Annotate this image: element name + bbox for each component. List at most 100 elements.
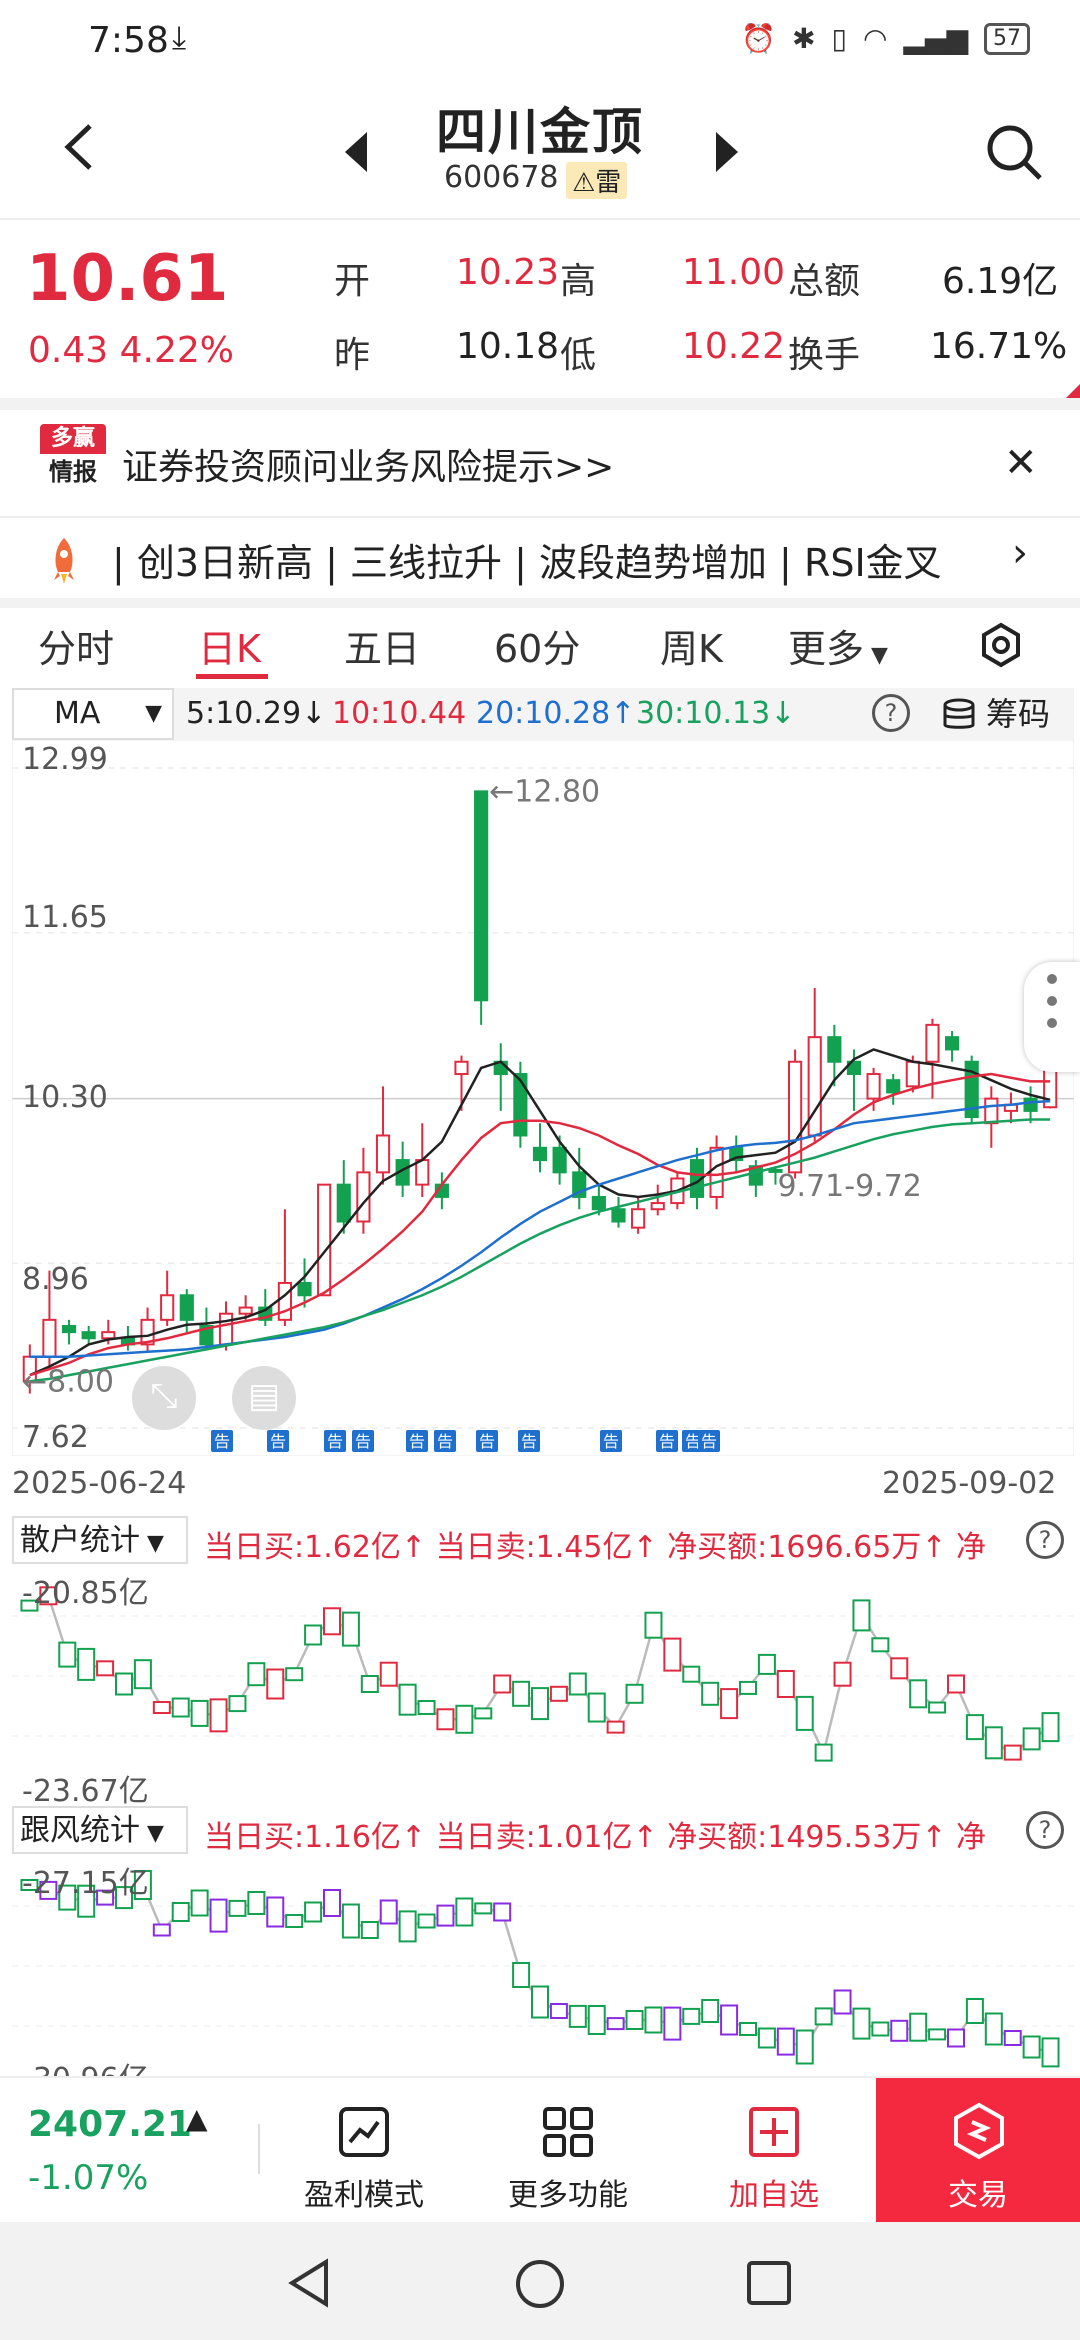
tab-60min[interactable]: 60分 [494,618,580,673]
stats-box [757,1653,776,1675]
side-menu-handle[interactable] [1024,962,1080,1072]
stats-box [568,2004,587,2028]
stats-box [1022,2035,1041,2059]
y-axis-label: 12.99 [22,742,108,777]
risk-badge[interactable]: ⚠雷 [566,162,628,199]
index-value[interactable]: 2407.21 [28,2104,192,2145]
search-icon[interactable] [984,122,1044,182]
ma-selector[interactable]: MA ▼ [12,688,174,740]
tab-intraday[interactable]: 分时 [38,618,114,673]
end-date: 2025-09-02 [882,1466,1057,1501]
trade-icon [954,2102,1004,2160]
signal-tag-ticker[interactable]: | 创3日新高 | 三线拉升 | 波段趋势增加 | RSI金叉 › [0,516,1080,600]
retail-stats-selector[interactable]: 散户统计 ▼ [12,1516,188,1564]
stats-box [436,1904,455,1927]
stats-box [795,2029,814,2065]
stats-box [890,2019,909,2042]
help-icon[interactable]: ? [1026,1521,1064,1559]
follow-stats-values: 当日买:1.16亿↑ 当日卖:1.01亿↑ 净买额:1495.53万↑ 净 [204,1820,986,1854]
retail-y-top: -20.85亿 [22,1576,149,1611]
signal-tags-text: | 创3日新高 | 三线拉升 | 波段趋势增加 | RSI金叉 [112,541,942,585]
stats-box [133,1659,152,1690]
retail-stats-label: 散户统计 [20,1523,140,1558]
stats-box [947,1674,965,1694]
more-functions-button[interactable]: 更多功能 [490,2078,646,2222]
high-annotation: ←12.80 [489,774,600,809]
turnover-value: 16.71% [930,326,1068,367]
help-icon[interactable]: ? [1026,1811,1064,1849]
open-value: 10.23 [456,252,560,293]
stats-box [115,1672,133,1696]
tab-weekly-k[interactable]: 周K [660,618,723,673]
stats-box [455,1897,474,1927]
stats-box [58,1641,77,1668]
stats-box [360,1921,379,1939]
stats-box [871,2021,890,2037]
fullscreen-icon[interactable]: ⤡ [132,1366,196,1430]
range-annotation: 9.71-9.72 [777,1169,921,1204]
signal-icon: ▂▄▆ [903,22,968,55]
stats-box [720,2004,739,2036]
ma5-value: 5:10.29↓ [186,696,327,731]
stats-box [1041,2037,1060,2068]
follow-y-bottom: -30.96亿 [22,2054,149,2076]
stats-box [833,1661,852,1687]
candle-body [631,1208,646,1229]
stats-box [814,1743,833,1762]
stats-box [947,2028,965,2048]
nav-back-icon[interactable] [286,2258,332,2308]
candle-body [277,1281,292,1321]
help-icon[interactable]: ? [872,694,910,732]
stats-box [701,1681,720,1706]
candle-body [474,790,489,1002]
profit-mode-button[interactable]: 盈利模式 [286,2078,442,2222]
settings-icon[interactable] [978,622,1024,668]
chevron-right-icon[interactable]: › [1012,530,1028,576]
candle-body [513,1073,528,1137]
candle-body [886,1079,901,1094]
chips-button[interactable]: 筹码 [932,688,1074,740]
caret-down-icon: ▼ [140,1821,164,1846]
stats-box [512,1962,531,1988]
stats-box [549,1685,568,1702]
follow-stats-selector[interactable]: 跟风统计 ▼ [12,1806,188,1854]
add-watchlist-button[interactable]: 加自选 [696,2078,852,2222]
tab-more[interactable]: 更多 ▼ [788,618,888,673]
tab-daily-k[interactable]: 日K [198,618,261,673]
low-value: 10.22 [682,326,786,367]
follow-stats-header: 跟风统计 ▼ 当日买:1.16亿↑ 当日卖:1.01亿↑ 净买额:1495.53… [12,1806,1074,1854]
stats-box [398,1683,417,1716]
stats-box [682,2007,701,2025]
next-stock-button[interactable] [716,132,738,172]
stats-box [663,2006,682,2041]
stats-box [757,2027,776,2049]
follow-stats-chart[interactable] [12,1856,1074,2076]
risk-banner[interactable]: 多赢 情报 证券投资顾问业务风险提示>> ✕ [0,410,1080,514]
stats-box [171,1697,190,1718]
candle-body [454,1060,469,1076]
tab-five-day[interactable]: 五日 [344,618,420,673]
risk-banner-text[interactable]: 证券投资顾问业务风险提示>> [122,438,614,490]
retail-stats-chart[interactable] [12,1566,1074,1802]
profit-mode-label: 盈利模式 [304,2178,424,2213]
high-label: 高 [560,261,597,302]
trend-chart-icon [339,2107,389,2157]
stats-box [493,1674,512,1694]
close-icon[interactable]: ✕ [1004,440,1038,486]
trade-button[interactable]: 交易 [876,2078,1080,2222]
stats-box [984,1726,1003,1760]
alarm-icon: ⏰ [741,22,777,55]
kline-chart[interactable]: ←12.80←8.009.71-9.72告告告告告告告告告告告告 [12,740,1074,1456]
candle-body [984,1097,999,1125]
candle-body [709,1146,724,1198]
nav-recents-icon[interactable] [746,2260,792,2306]
nav-home-icon[interactable] [514,2258,566,2310]
candle-body [317,1183,332,1297]
candle-body [552,1146,567,1174]
screenshot-icon[interactable]: ▤ [232,1366,296,1430]
ma-selector-label: MA [54,696,101,731]
stats-box [285,1914,304,1928]
retail-stats-values: 当日买:1.62亿↑ 当日卖:1.45亿↑ 净买额:1696.65万↑ 净 [204,1530,986,1564]
stats-box [606,1720,625,1734]
stats-box [379,1661,398,1687]
